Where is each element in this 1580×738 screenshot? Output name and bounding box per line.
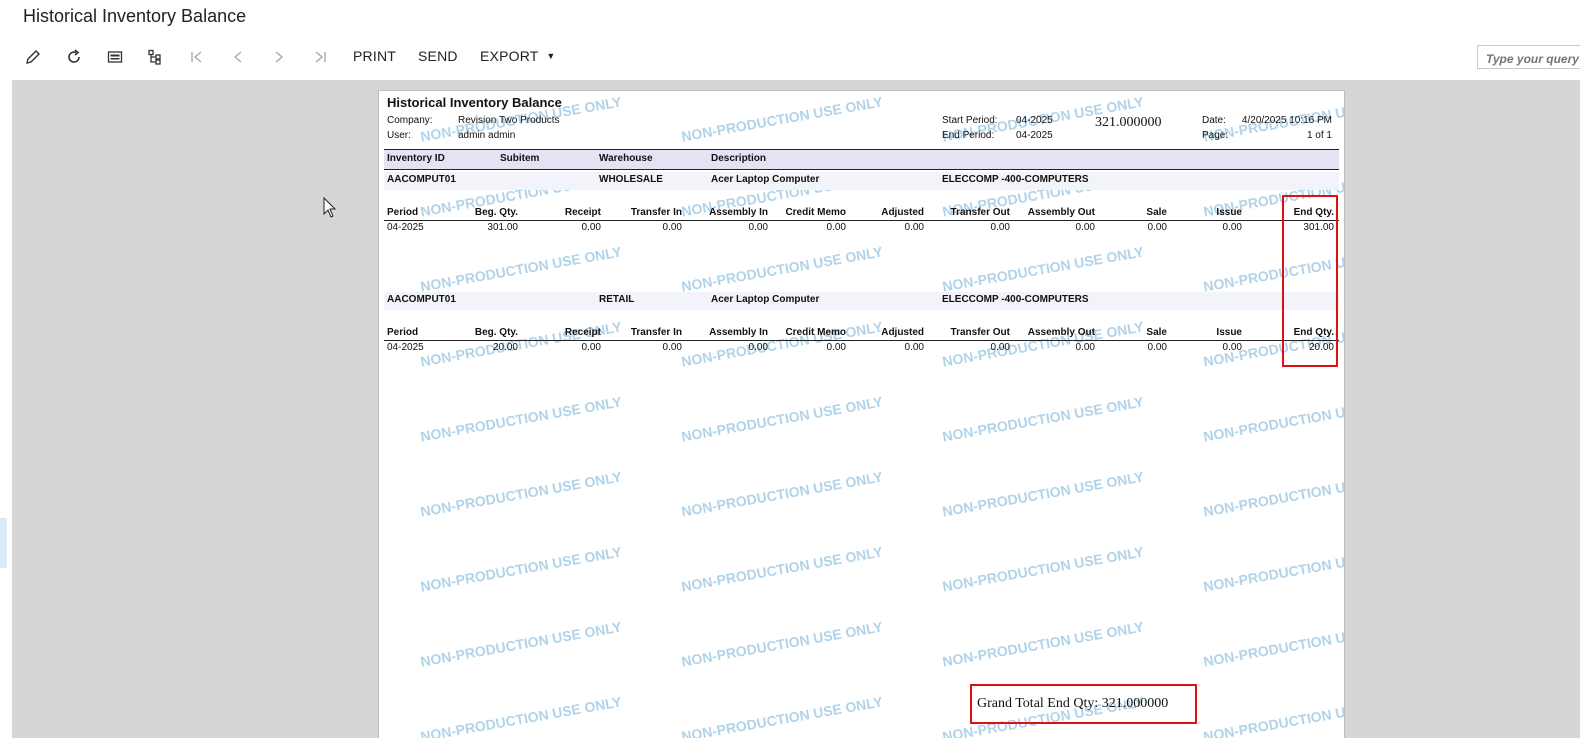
date-label: Date: (1202, 115, 1226, 126)
company-label: Company: (387, 115, 433, 126)
edit-pencil-icon[interactable] (22, 46, 44, 68)
next-page-icon[interactable] (268, 46, 290, 68)
group-warehouse: WHOLESALE (599, 174, 663, 185)
group-description: Acer Laptop Computer (711, 294, 820, 305)
detail-col-header: Issue (1216, 327, 1242, 338)
detail-cell: 0.00 (904, 222, 924, 233)
watermark-text: NON-PRODUCTION USE ONLY (680, 393, 884, 445)
start-period-label: Start Period: (942, 115, 998, 126)
user-value: admin admin (458, 130, 516, 141)
watermark-text: NON-PRODUCTION USE ONLY (680, 468, 884, 520)
detail-col-header: Adjusted (881, 207, 924, 218)
watermark-text: NON-PRODUCTION USE ONLY (680, 243, 884, 295)
grand-total-text: Grand Total End Qty: 321.000000 (977, 696, 1169, 711)
watermark-text: NON-PRODUCTION USE ONLY (680, 93, 884, 145)
caret-down-icon: ▼ (546, 51, 556, 61)
company-value: Revision Two Products (458, 115, 560, 126)
report-page: NON-PRODUCTION USE ONLY NON-PRODUCTION US… (378, 90, 1345, 738)
report-title: Historical Inventory Balance (387, 95, 562, 110)
report-toolbar: PRINT SEND EXPORT ▼ (0, 40, 1580, 74)
detail-cell: 0.00 (1222, 342, 1242, 353)
sidebar-selection-indicator (0, 518, 7, 568)
first-page-icon[interactable] (186, 46, 208, 68)
end-period-label: End Period: (942, 130, 995, 141)
watermark-text: NON-PRODUCTION USE ONLY (680, 618, 884, 670)
user-label: User: (387, 130, 411, 141)
watermark-text: NON-PRODUCTION USE ONLY (419, 243, 623, 295)
watermark-text: NON-PRODUCTION USE ONLY (1202, 618, 1345, 670)
date-value: 4/20/2025 10:16 PM (1241, 115, 1332, 126)
end-qty-highlight-box (1282, 195, 1338, 367)
watermark-text: NON-PRODUCTION USE ONLY (941, 468, 1145, 520)
group-account: ELECCOMP -400-COMPUTERS (942, 294, 1089, 305)
group-description: Acer Laptop Computer (711, 174, 820, 185)
watermark-text: NON-PRODUCTION USE ONLY (680, 543, 884, 595)
report-viewer[interactable]: NON-PRODUCTION USE ONLY NON-PRODUCTION US… (12, 80, 1580, 738)
start-period-value: 04-2025 (1016, 115, 1053, 126)
watermark-text: NON-PRODUCTION USE ONLY (1202, 693, 1345, 738)
header-col-label: Warehouse (599, 153, 653, 164)
send-button[interactable]: SEND (418, 48, 458, 64)
refresh-icon[interactable] (63, 46, 85, 68)
search-input[interactable] (1477, 45, 1580, 69)
hierarchy-tree-icon[interactable] (144, 46, 166, 68)
last-page-icon[interactable] (309, 46, 331, 68)
group-warehouse: RETAIL (599, 294, 635, 305)
watermark-text: NON-PRODUCTION USE ONLY (1202, 543, 1345, 595)
watermark-text: NON-PRODUCTION USE ONLY (941, 393, 1145, 445)
export-label: EXPORT (480, 48, 539, 64)
mouse-pointer-icon (323, 197, 337, 218)
export-button[interactable]: EXPORT ▼ (480, 48, 555, 64)
page-label: Page: (1202, 130, 1229, 141)
header-col-label: Subitem (500, 153, 540, 164)
detail-cell: 0.00 (662, 222, 682, 233)
detail-header-rule (384, 220, 1339, 221)
detail-col-header: Period (387, 207, 419, 218)
end-period-value: 04-2025 (1016, 130, 1053, 141)
watermark-text: NON-PRODUCTION USE ONLY (1202, 468, 1345, 520)
watermark-text: NON-PRODUCTION USE ONLY (419, 468, 623, 520)
print-button[interactable]: PRINT (353, 48, 396, 64)
header-col-label: Inventory ID (387, 153, 445, 164)
group-account: ELECCOMP -400-COMPUTERS (942, 174, 1089, 185)
watermark-text: NON-PRODUCTION USE ONLY (941, 618, 1145, 670)
group-inventory-id: AACOMPUT01 (387, 294, 456, 305)
detail-header-rule (384, 340, 1339, 341)
watermark-text: NON-PRODUCTION USE ONLY (941, 543, 1145, 595)
watermark-text: NON-PRODUCTION USE ONLY (419, 393, 623, 445)
watermark-text: NON-PRODUCTION USE ONLY (680, 693, 884, 738)
detail-col-header: Transfer In (630, 327, 682, 338)
header-col-label: Description (711, 153, 767, 164)
detail-cell: 0.00 (904, 342, 924, 353)
detail-col-header: Adjusted (881, 327, 924, 338)
keyboard-icon[interactable] (104, 46, 126, 68)
watermark-text: NON-PRODUCTION USE ONLY (419, 693, 623, 738)
detail-col-header: Transfer In (630, 207, 682, 218)
watermark-text: NON-PRODUCTION USE ONLY (419, 618, 623, 670)
group-inventory-id: AACOMPUT01 (387, 174, 456, 185)
total-top-value: 321.000000 (1095, 115, 1162, 130)
header-rule-top (384, 149, 1339, 150)
watermark-text: NON-PRODUCTION USE ONLY (941, 243, 1145, 295)
watermark-text: NON-PRODUCTION USE ONLY (419, 543, 623, 595)
detail-col-header: Issue (1216, 207, 1242, 218)
previous-page-icon[interactable] (227, 46, 249, 68)
page-value: 1 of 1 (1306, 130, 1332, 141)
header-rule-bottom (384, 169, 1339, 170)
detail-col-header: Period (387, 327, 419, 338)
page-title: Historical Inventory Balance (23, 6, 247, 26)
watermark-text: NON-PRODUCTION USE ONLY (1202, 393, 1345, 445)
group-header-band (384, 292, 1339, 310)
grand-total-highlight-box: Grand Total End Qty: 321.000000 (970, 684, 1197, 724)
detail-cell: 0.00 (662, 342, 682, 353)
detail-cell: 0.00 (1222, 222, 1242, 233)
group-header-band (384, 172, 1339, 190)
